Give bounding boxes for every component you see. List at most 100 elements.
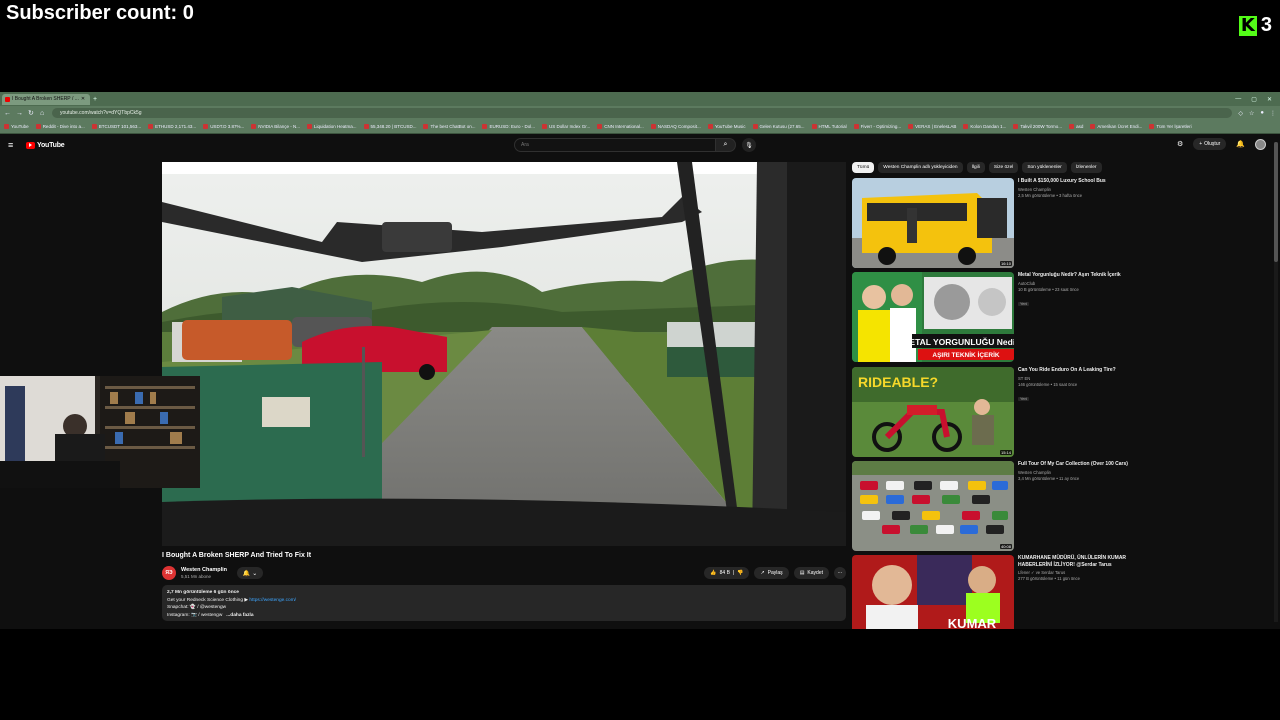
filter-chip[interactable]: İzlenenler xyxy=(1070,162,1102,173)
notifications-bell-icon[interactable]: 🔔 xyxy=(1236,140,1245,148)
browser-tab[interactable]: I Bought A Broken SHERP / ... ✕ xyxy=(2,93,90,105)
save-button[interactable]: ▤ Kaydet xyxy=(793,567,829,579)
extension-icon[interactable]: ◇ xyxy=(1238,110,1243,117)
filter-chip[interactable]: Westen Champlin adlı yükleyiciden xyxy=(878,162,963,173)
bookmark-item[interactable]: Fiverr - Optimizing... xyxy=(853,124,901,129)
account-avatar[interactable] xyxy=(1255,138,1266,150)
filter-chip[interactable]: Son yüklenenler xyxy=(1022,162,1067,173)
bookmark-item[interactable]: NVIDIA Bilançe - N... xyxy=(251,124,300,129)
description-link[interactable]: https://westenge.com/ xyxy=(249,598,296,603)
cast-icon[interactable]: ⚙ xyxy=(1177,140,1183,148)
bookmark-item[interactable]: Liquidation Heatma... xyxy=(306,124,357,129)
channel-name[interactable]: Westen Champlin xyxy=(181,567,227,573)
video-thumbnail[interactable]: RIDEABLE? 15:14 xyxy=(852,367,1014,457)
video-thumbnail[interactable]: KUMAR xyxy=(852,555,1014,629)
microphone-icon: 🎙 xyxy=(745,142,753,149)
bookmark-item[interactable]: YouTube xyxy=(4,124,29,129)
subscribed-bell-button[interactable]: 🔔 ⌄ xyxy=(237,567,264,579)
recommendation-title[interactable]: Can You Ride Enduro On A Leaking Tire? xyxy=(1018,367,1130,374)
back-icon[interactable]: ← xyxy=(4,110,11,117)
channel-avatar[interactable]: ЯЭ xyxy=(162,566,176,580)
description-box[interactable]: 2,7 Mn görüntüleme 6 gün önce Get your R… xyxy=(162,585,846,621)
recommendation-title[interactable]: I Built A $150,000 Luxury School Bus xyxy=(1018,178,1130,185)
bookmark-item[interactable]: The best ChatBot on... xyxy=(423,124,475,129)
bookmarks-bar: YouTube Reddit - Dive into a... BTCUSDT 10… xyxy=(0,120,1280,134)
recommendation-channel[interactable]: ST EN xyxy=(1018,376,1130,381)
channel-meta: Westen Champlin 5,51 Mn abone xyxy=(181,567,227,579)
video-thumbnail[interactable]: 40:08 xyxy=(852,461,1014,551)
bookmark-item[interactable]: YouTube Music xyxy=(707,124,746,129)
video-thumbnail[interactable]: METAL YORGUNLUĞU Nedir? AŞIRI TEKNİK İÇE… xyxy=(852,272,1014,362)
hamburger-menu-icon[interactable]: ≡ xyxy=(8,140,22,150)
filter-chip[interactable]: İlgili xyxy=(966,162,985,173)
video-player[interactable] xyxy=(162,162,846,546)
bookmark-item[interactable]: Tüm Yer İşaretleri xyxy=(1149,124,1192,129)
search-button[interactable]: ⌕ xyxy=(716,138,736,152)
voice-search-button[interactable]: 🎙 xyxy=(742,138,756,152)
youtube-logo-text: YouTube xyxy=(37,141,65,149)
filter-chip[interactable]: Tümü xyxy=(852,162,875,173)
more-actions-button[interactable]: ⋯ xyxy=(834,567,846,579)
show-more-link[interactable]: ...daha fazla xyxy=(226,613,253,618)
recommendation-item[interactable]: METAL YORGUNLUĞU Nedir? AŞIRI TEKNİK İÇE… xyxy=(852,272,1132,362)
recommendation-channel[interactable]: Lfener ✓ ve Serdar Tarus xyxy=(1018,570,1130,575)
recommendation-info: KUMARHANE MÜDÜRÜ, ÜNLÜLERİN KUMAR HABERL… xyxy=(1018,555,1130,581)
bookmark-item[interactable]: EURUSD: Euro - Dol... xyxy=(482,124,535,129)
recommendation-item[interactable]: RIDEABLE? 15:14 Can You Ride Enduro On A… xyxy=(852,367,1132,457)
bookmark-item[interactable]: Takvil 200W Tormo... xyxy=(1013,124,1062,129)
recommendation-item[interactable]: 16:10 I Built A $150,000 Luxury School B… xyxy=(852,178,1132,268)
browser-menu-icon[interactable]: ⋮ xyxy=(1270,110,1276,117)
url-field[interactable]: youtube.com/watch?v=dYQTbpCk5g xyxy=(52,108,1233,118)
bookmark-item[interactable]: ETHUSD 2,171.43... xyxy=(148,124,196,129)
recommendation-item[interactable]: 40:08 Full Tour Of My Car Collection (Ov… xyxy=(852,461,1132,551)
bookmark-item[interactable]: Reddit - Dive into a... xyxy=(35,124,85,129)
reload-icon[interactable]: ↻ xyxy=(28,109,34,117)
channel-row: ЯЭ Westen Champlin 5,51 Mn abone 🔔 ⌄ 👍 8… xyxy=(162,564,846,582)
maximize-icon[interactable]: ▢ xyxy=(1251,96,1257,103)
share-button[interactable]: ↗ Paylaş xyxy=(754,567,789,579)
close-window-icon[interactable]: ✕ xyxy=(1267,96,1272,103)
bookmark-favicon-icon xyxy=(91,124,97,129)
bookmark-label: Amerikan Ücret Endi... xyxy=(1097,124,1143,129)
like-button[interactable]: 👍 84 B | 👎 xyxy=(704,567,750,579)
bookmark-item[interactable]: HTML Tutorial xyxy=(811,124,847,129)
scrollbar-thumb[interactable] xyxy=(1274,142,1278,262)
filter-chip[interactable]: Size özel xyxy=(988,162,1019,173)
minimize-icon[interactable]: — xyxy=(1235,96,1241,103)
video-thumbnail[interactable]: 16:10 xyxy=(852,178,1014,268)
home-icon[interactable]: ⌂ xyxy=(40,110,46,117)
close-tab-icon[interactable]: ✕ xyxy=(81,96,85,102)
create-button[interactable]: + Oluştur xyxy=(1193,138,1227,150)
recommendation-channel[interactable]: Westen Champlin xyxy=(1018,187,1130,192)
recommendation-channel[interactable]: AutoClub xyxy=(1018,281,1130,286)
bookmark-favicon-icon xyxy=(482,124,488,129)
bookmark-item[interactable]: NASDAQ Composit... xyxy=(650,124,701,129)
casino-thumbnail-image: KUMAR xyxy=(852,555,1014,629)
profile-icon[interactable]: ● xyxy=(1260,110,1264,117)
bookmark-item[interactable]: USDT.D 3.87%... xyxy=(203,124,244,129)
thumbs-down-icon[interactable]: 👎 xyxy=(737,570,743,576)
bookmark-item[interactable]: BTCUSDT 101,563... xyxy=(91,124,141,129)
recommendation-channel[interactable]: Westen Champlin xyxy=(1018,470,1130,475)
video-duration: 15:14 xyxy=(999,450,1012,455)
bookmark-item[interactable]: asd xyxy=(1069,124,1083,129)
bookmark-favicon-icon xyxy=(363,124,369,129)
youtube-logo[interactable]: YouTube xyxy=(26,141,65,149)
forward-icon[interactable]: → xyxy=(16,110,23,117)
recommendation-title[interactable]: Metal Yorgunluğu Nedir? Aşırı Teknik İçe… xyxy=(1018,272,1130,279)
bookmark-item[interactable]: Kolon Dandan 1... xyxy=(963,124,1006,129)
bookmark-item[interactable]: CNN International... xyxy=(597,124,644,129)
bookmark-star-icon[interactable]: ☆ xyxy=(1249,110,1254,117)
bookmark-item[interactable]: Amerikan Ücret Endi... xyxy=(1090,124,1142,129)
new-tab-icon[interactable]: + xyxy=(93,96,97,103)
recommendation-item[interactable]: KUMAR KUMARHANE MÜDÜRÜ, ÜNLÜLERİN KUMAR … xyxy=(852,555,1132,629)
bookmark-label: USDT.D 3.87%... xyxy=(210,124,245,129)
bookmark-item[interactable]: US Dollar Index Gr... xyxy=(542,124,590,129)
bookmark-item[interactable]: VERAS | EnelesLAB xyxy=(908,124,956,129)
search-input[interactable] xyxy=(514,138,716,152)
recommendation-title[interactable]: Full Tour Of My Car Collection (Over 100… xyxy=(1018,461,1130,468)
bookmark-item[interactable]: Gelen Kutusu (27.65... xyxy=(752,124,805,129)
bookmark-item[interactable]: 55,348.20 | BTCUSD... xyxy=(363,124,416,129)
page-scrollbar[interactable] xyxy=(1274,142,1278,622)
recommendation-title[interactable]: KUMARHANE MÜDÜRÜ, ÜNLÜLERİN KUMAR HABERL… xyxy=(1018,555,1130,568)
